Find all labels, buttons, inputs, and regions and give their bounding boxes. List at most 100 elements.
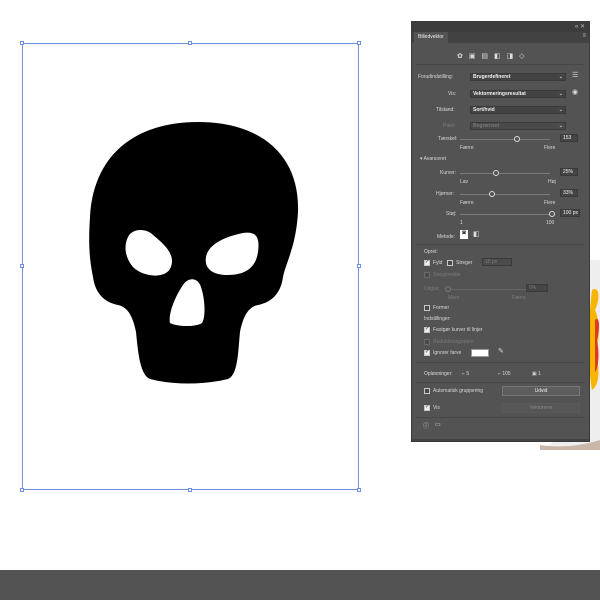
resize-handle-bottom-left[interactable] bbox=[20, 488, 24, 492]
auto-group-label: Automatisk gruppering bbox=[433, 388, 484, 394]
curves-input[interactable]: 25% bbox=[560, 168, 578, 176]
strokes-checkbox[interactable] bbox=[447, 260, 453, 266]
colors-count: ▣ 1 bbox=[532, 371, 541, 377]
threshold-slider-track[interactable] bbox=[460, 139, 550, 140]
paths-count: ⌐ 5 bbox=[462, 371, 470, 377]
curves-max-label: Høj bbox=[548, 179, 556, 185]
preset-label: Forudindstilling: bbox=[418, 74, 454, 80]
threshold-label: Tærskel: bbox=[438, 136, 458, 142]
curves-label: Kurver: bbox=[440, 170, 457, 176]
advanced-label: Avanceret bbox=[423, 156, 447, 162]
noise-slider-knob[interactable] bbox=[549, 211, 555, 217]
snap-curves-checkbox[interactable] bbox=[424, 326, 430, 333]
palette-label: Palet: bbox=[443, 123, 456, 129]
curves-slider-track[interactable] bbox=[460, 173, 550, 174]
black-white-icon[interactable]: ◨ bbox=[507, 53, 514, 60]
corners-slider-knob[interactable] bbox=[489, 191, 495, 197]
fill-label: Fyld bbox=[433, 260, 443, 266]
preset-list-icon[interactable]: ☰ bbox=[572, 71, 578, 79]
fill-checkbox[interactable] bbox=[424, 259, 430, 266]
stroke-width-input[interactable]: 10 px bbox=[482, 258, 512, 266]
chevron-down-icon: ⌄ bbox=[558, 91, 563, 97]
threshold-min-label: Færre bbox=[460, 145, 474, 151]
trace-button[interactable]: Vektorerer bbox=[502, 403, 580, 413]
curves-min-label: Lav bbox=[460, 179, 469, 185]
eye-icon[interactable]: ◉ bbox=[572, 88, 578, 96]
view-dropdown[interactable]: Vektormeringsresultat ⌄ bbox=[470, 90, 566, 98]
skull-artwork[interactable] bbox=[88, 117, 308, 387]
panel-menu-icon[interactable]: ≡ bbox=[582, 33, 586, 39]
resize-handle-middle-right[interactable] bbox=[357, 264, 361, 268]
corners-label: Hjørner: bbox=[436, 191, 455, 197]
chevron-down-icon: ⌄ bbox=[558, 74, 563, 80]
snap-input[interactable]: 0% bbox=[526, 284, 548, 292]
snap-curves-label: Fastgør kurver til linjer bbox=[433, 327, 483, 333]
resize-handle-top-middle[interactable] bbox=[188, 41, 192, 45]
snap-min-label: Mere bbox=[448, 295, 460, 301]
mode-dropdown[interactable]: Sort/hvid ⌄ bbox=[470, 106, 566, 114]
method-abutting-icon[interactable]: ◙ bbox=[460, 230, 468, 239]
curves-slider-knob[interactable] bbox=[493, 170, 499, 176]
threshold-max-label: Flere bbox=[544, 145, 556, 151]
chevron-down-icon: ⌄ bbox=[558, 123, 563, 129]
resize-handle-bottom-middle[interactable] bbox=[188, 488, 192, 492]
stroke-width-label: Stregbredde bbox=[433, 272, 461, 278]
snap-max-label: Færre bbox=[512, 295, 526, 301]
expand-button[interactable]: Udvid bbox=[502, 386, 580, 396]
resize-handle-middle-left[interactable] bbox=[20, 264, 24, 268]
resize-handle-top-left[interactable] bbox=[20, 41, 24, 45]
ignore-color-label: Ignorer farve bbox=[433, 350, 462, 356]
create-label: Opret: bbox=[424, 249, 438, 255]
advanced-toggle[interactable]: ▾ Avanceret bbox=[420, 156, 446, 162]
ignore-white-label: Reduktionsgraden bbox=[433, 339, 474, 345]
noise-slider-track[interactable] bbox=[460, 214, 552, 215]
shapes-checkbox[interactable] bbox=[424, 305, 430, 311]
snap-label: Udglat: bbox=[424, 286, 440, 292]
preset-icons-row: ✿ ▣ ▤ ◧ ◨ ◇ bbox=[457, 52, 525, 60]
shapes-label: Former bbox=[433, 305, 450, 311]
camera-icon[interactable]: ▣ bbox=[469, 53, 476, 60]
ignore-white-checkbox[interactable] bbox=[424, 339, 430, 345]
paths-value: 5 bbox=[466, 371, 470, 377]
noise-input[interactable]: 100 px bbox=[560, 209, 580, 217]
auto-color-icon[interactable]: ✿ bbox=[457, 53, 463, 60]
low-color-icon[interactable]: ▤ bbox=[481, 53, 488, 60]
grayscale-icon[interactable]: ◧ bbox=[494, 53, 501, 60]
preview-checkbox[interactable] bbox=[424, 404, 430, 411]
outline-icon[interactable]: ◇ bbox=[519, 53, 524, 60]
resize-handle-top-right[interactable] bbox=[357, 41, 361, 45]
image-trace-panel: « ✕ Billedvektor ≡ ✿ ▣ ▤ ◧ ◨ ◇ Forudinds… bbox=[411, 21, 590, 442]
tab-image-trace[interactable]: Billedvektor bbox=[414, 32, 448, 43]
panel-title-bar[interactable]: « ✕ bbox=[412, 22, 589, 32]
method-label: Metode: bbox=[437, 234, 456, 240]
method-overlapping-icon[interactable]: ◧ bbox=[473, 230, 480, 238]
eyedropper-icon[interactable]: ✎ bbox=[498, 347, 504, 355]
resize-handle-bottom-right[interactable] bbox=[357, 488, 361, 492]
view-label: Vis: bbox=[448, 91, 457, 97]
palette-value: Begrænset bbox=[473, 123, 500, 129]
preset-dropdown[interactable]: Brugerdefineret ⌄ bbox=[470, 73, 566, 81]
bottom-status-bar bbox=[0, 570, 600, 600]
palette-dropdown[interactable]: Begrænset ⌄ bbox=[470, 122, 566, 130]
threshold-slider-knob[interactable] bbox=[514, 136, 520, 142]
threshold-input[interactable]: 153 bbox=[560, 134, 578, 142]
corners-input[interactable]: 33% bbox=[560, 189, 578, 197]
mode-label: Tilstand: bbox=[436, 107, 455, 113]
ignore-color-swatch[interactable] bbox=[471, 349, 489, 357]
auto-group-checkbox[interactable] bbox=[424, 388, 430, 394]
stroke-width-checkbox[interactable] bbox=[424, 272, 430, 278]
ignore-color-checkbox[interactable] bbox=[424, 349, 430, 356]
comment-icon[interactable]: ▭ bbox=[435, 421, 441, 428]
colors-value: 1 bbox=[538, 371, 541, 377]
snap-slider-track[interactable] bbox=[448, 289, 532, 290]
options-label: Indstillinger: bbox=[424, 316, 451, 322]
corners-slider-track[interactable] bbox=[460, 194, 550, 195]
anchors-value: 105 bbox=[502, 371, 511, 377]
corners-max-label: Flere bbox=[544, 200, 556, 206]
collapse-close-controls[interactable]: « ✕ bbox=[575, 23, 585, 30]
info-icon[interactable]: ⓘ bbox=[423, 421, 429, 430]
snap-slider-knob[interactable] bbox=[445, 286, 451, 292]
noise-max-label: 100 bbox=[546, 220, 555, 226]
view-value: Vektormeringsresultat bbox=[473, 91, 526, 97]
chevron-down-icon: ⌄ bbox=[558, 107, 563, 113]
